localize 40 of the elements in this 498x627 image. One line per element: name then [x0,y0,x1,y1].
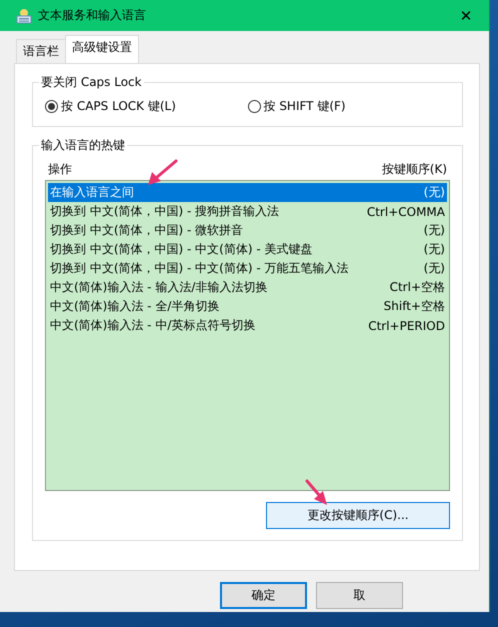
group-title: 输入语言的热键 [39,137,127,154]
list-row[interactable]: 切换到 中文(简体，中国) - 微软拼音 (无) [48,221,447,240]
column-header: 按键顺序(K) [382,160,447,178]
list-row[interactable]: 中文(简体)输入法 - 中/英标点符号切换 Ctrl+PERIOD [48,316,447,335]
change-key-sequence-button[interactable]: 更改按键顺序(C)... [266,502,450,529]
action-text: 切换到 中文(简体，中国) - 搜狗拼音输入法 [50,203,280,220]
list-row[interactable]: 切换到 中文(简体，中国) - 中文(简体) - 美式键盘 (无) [48,240,447,259]
action-text: 切换到 中文(简体，中国) - 微软拼音 [50,222,244,239]
radio-button[interactable] [248,100,260,113]
radio-label: 按 SHIFT 键(F) [264,98,346,115]
action-text: 切换到 中文(简体，中国) - 中文(简体) - 美式键盘 [50,241,312,258]
window-title: 文本服务和输入语言 [38,7,147,24]
key-sequence-text: Shift+空格 [384,298,445,315]
list-row[interactable]: 切换到 中文(简体，中国) - 搜狗拼音输入法 Ctrl+COMMA [48,202,447,221]
action-text: 中文(简体)输入法 - 输入法/非输入法切换 [50,279,268,296]
list-row[interactable]: 中文(简体)输入法 - 全/半角切换 Shift+空格 [48,297,447,316]
keyboard-icon [16,8,32,24]
key-sequence-text: (无) [424,222,445,239]
key-sequence-text: Ctrl+空格 [390,279,445,296]
dialog-button[interactable]: 确定 [220,582,307,609]
key-sequence-text: Ctrl+COMMA [366,204,445,218]
radio-label: 按 CAPS LOCK 键(L) [61,98,176,115]
tab[interactable]: 高级键设置 [65,35,139,63]
key-sequence-text: (无) [424,260,445,277]
action-text: 切换到 中文(简体，中国) - 中文(简体) - 万能五笔输入法 [50,260,348,277]
list-row[interactable]: 中文(简体)输入法 - 输入法/非输入法切换 Ctrl+空格 [48,278,447,297]
action-text: 在输入语言之间 [50,184,134,201]
column-header: 操作 [48,160,72,178]
tab[interactable]: 语言栏 [16,39,66,63]
action-text: 中文(简体)输入法 - 中/英标点符号切换 [50,317,256,334]
key-sequence-text: (无) [424,241,445,258]
close-button[interactable]: ✕ [443,0,489,31]
list-row[interactable]: 切换到 中文(简体，中国) - 中文(简体) - 万能五笔输入法 (无) [48,259,447,278]
dialog-button[interactable]: 取 [316,582,403,609]
key-sequence-text: (无) [424,184,445,201]
action-text: 中文(简体)输入法 - 全/半角切换 [50,298,220,315]
list-row[interactable]: 在输入语言之间 (无) [48,183,447,202]
group-title: 要关闭 Caps Lock [39,74,144,91]
key-sequence-text: Ctrl+PERIOD [368,318,445,332]
radio-button[interactable] [45,100,58,113]
